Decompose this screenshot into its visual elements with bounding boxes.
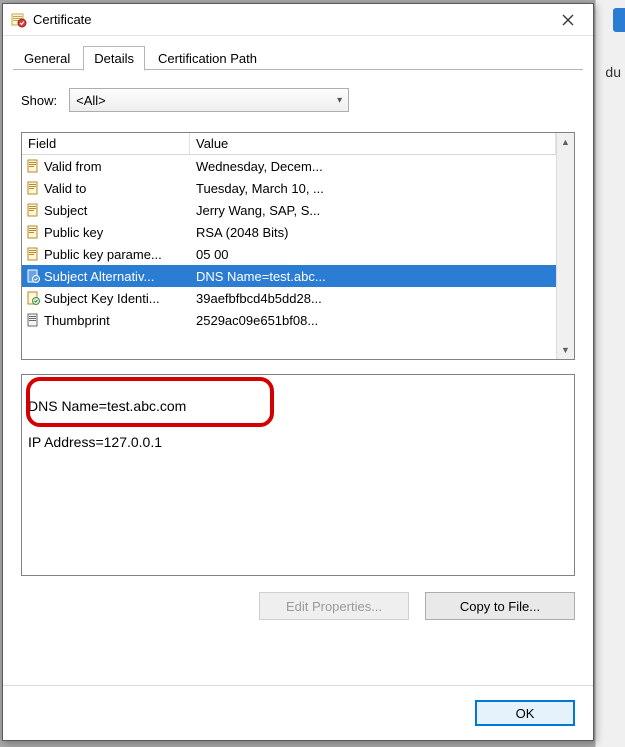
row-field: Public key: [44, 225, 103, 240]
fields-list[interactable]: Field Value Valid from Wednesday, Decem..…: [21, 132, 575, 360]
column-header-value[interactable]: Value: [190, 133, 556, 154]
show-filter-value: <All>: [76, 93, 106, 108]
list-row[interactable]: Subject Jerry Wang, SAP, S...: [22, 199, 556, 221]
list-row[interactable]: Subject Key Identi... 39aefbfbcd4b5dd28..…: [22, 287, 556, 309]
list-row[interactable]: Public key RSA (2048 Bits): [22, 221, 556, 243]
show-filter-dropdown[interactable]: <All> ▾: [69, 88, 349, 112]
doc-icon: [26, 159, 40, 173]
scroll-down-icon[interactable]: ▼: [557, 341, 575, 359]
certificate-icon: [11, 12, 27, 28]
window-title: Certificate: [33, 12, 547, 27]
tab-certification-path[interactable]: Certification Path: [147, 46, 268, 70]
detail-line-1: DNS Name=test.abc.com: [28, 398, 186, 414]
detail-line-2: IP Address=127.0.0.1: [28, 434, 162, 450]
list-row[interactable]: Public key parame... 05 00: [22, 243, 556, 265]
row-value: DNS Name=test.abc...: [190, 269, 556, 284]
doc-icon: [26, 203, 40, 217]
tab-strip: General Details Certification Path: [3, 36, 593, 70]
row-field: Valid to: [44, 181, 86, 196]
list-row[interactable]: Subject Alternativ... DNS Name=test.abc..…: [22, 265, 556, 287]
close-button[interactable]: [547, 6, 589, 34]
tab-general[interactable]: General: [13, 46, 81, 70]
row-value: Tuesday, March 10, ...: [190, 181, 556, 196]
titlebar: Certificate: [3, 4, 593, 36]
list-row[interactable]: Thumbprint 2529ac09e651bf08...: [22, 309, 556, 331]
doc-icon: [26, 225, 40, 239]
doc-icon: [26, 181, 40, 195]
certificate-dialog: Certificate General Details Certificatio…: [2, 3, 594, 741]
list-row[interactable]: Valid from Wednesday, Decem...: [22, 155, 556, 177]
row-field: Subject Key Identi...: [44, 291, 160, 306]
background-text: du: [605, 64, 621, 80]
row-value: 2529ac09e651bf08...: [190, 313, 556, 328]
row-field: Thumbprint: [44, 313, 110, 328]
scroll-up-icon[interactable]: ▲: [557, 133, 575, 151]
list-row[interactable]: Valid to Tuesday, March 10, ...: [22, 177, 556, 199]
ext-icon: [26, 269, 40, 283]
field-detail-value[interactable]: DNS Name=test.abc.com IP Address=127.0.0…: [21, 374, 575, 576]
copy-to-file-button[interactable]: Copy to File...: [425, 592, 575, 620]
edit-properties-button: Edit Properties...: [259, 592, 409, 620]
chevron-down-icon: ▾: [337, 95, 342, 106]
row-value: RSA (2048 Bits): [190, 225, 556, 240]
row-field: Subject Alternativ...: [44, 269, 154, 284]
doc-icon: [26, 247, 40, 261]
row-value: Jerry Wang, SAP, S...: [190, 203, 556, 218]
prop-icon: [26, 313, 40, 327]
row-field: Public key parame...: [44, 247, 162, 262]
row-field: Valid from: [44, 159, 102, 174]
column-header-field[interactable]: Field: [22, 133, 190, 154]
row-field: Subject: [44, 203, 87, 218]
ext-icon: [26, 291, 40, 305]
ok-button[interactable]: OK: [475, 700, 575, 726]
row-value: Wednesday, Decem...: [190, 159, 556, 174]
row-value: 39aefbfbcd4b5dd28...: [190, 291, 556, 306]
show-label: Show:: [21, 93, 57, 108]
tab-details[interactable]: Details: [83, 46, 145, 71]
row-value: 05 00: [190, 247, 556, 262]
scrollbar[interactable]: ▲ ▼: [556, 133, 574, 359]
